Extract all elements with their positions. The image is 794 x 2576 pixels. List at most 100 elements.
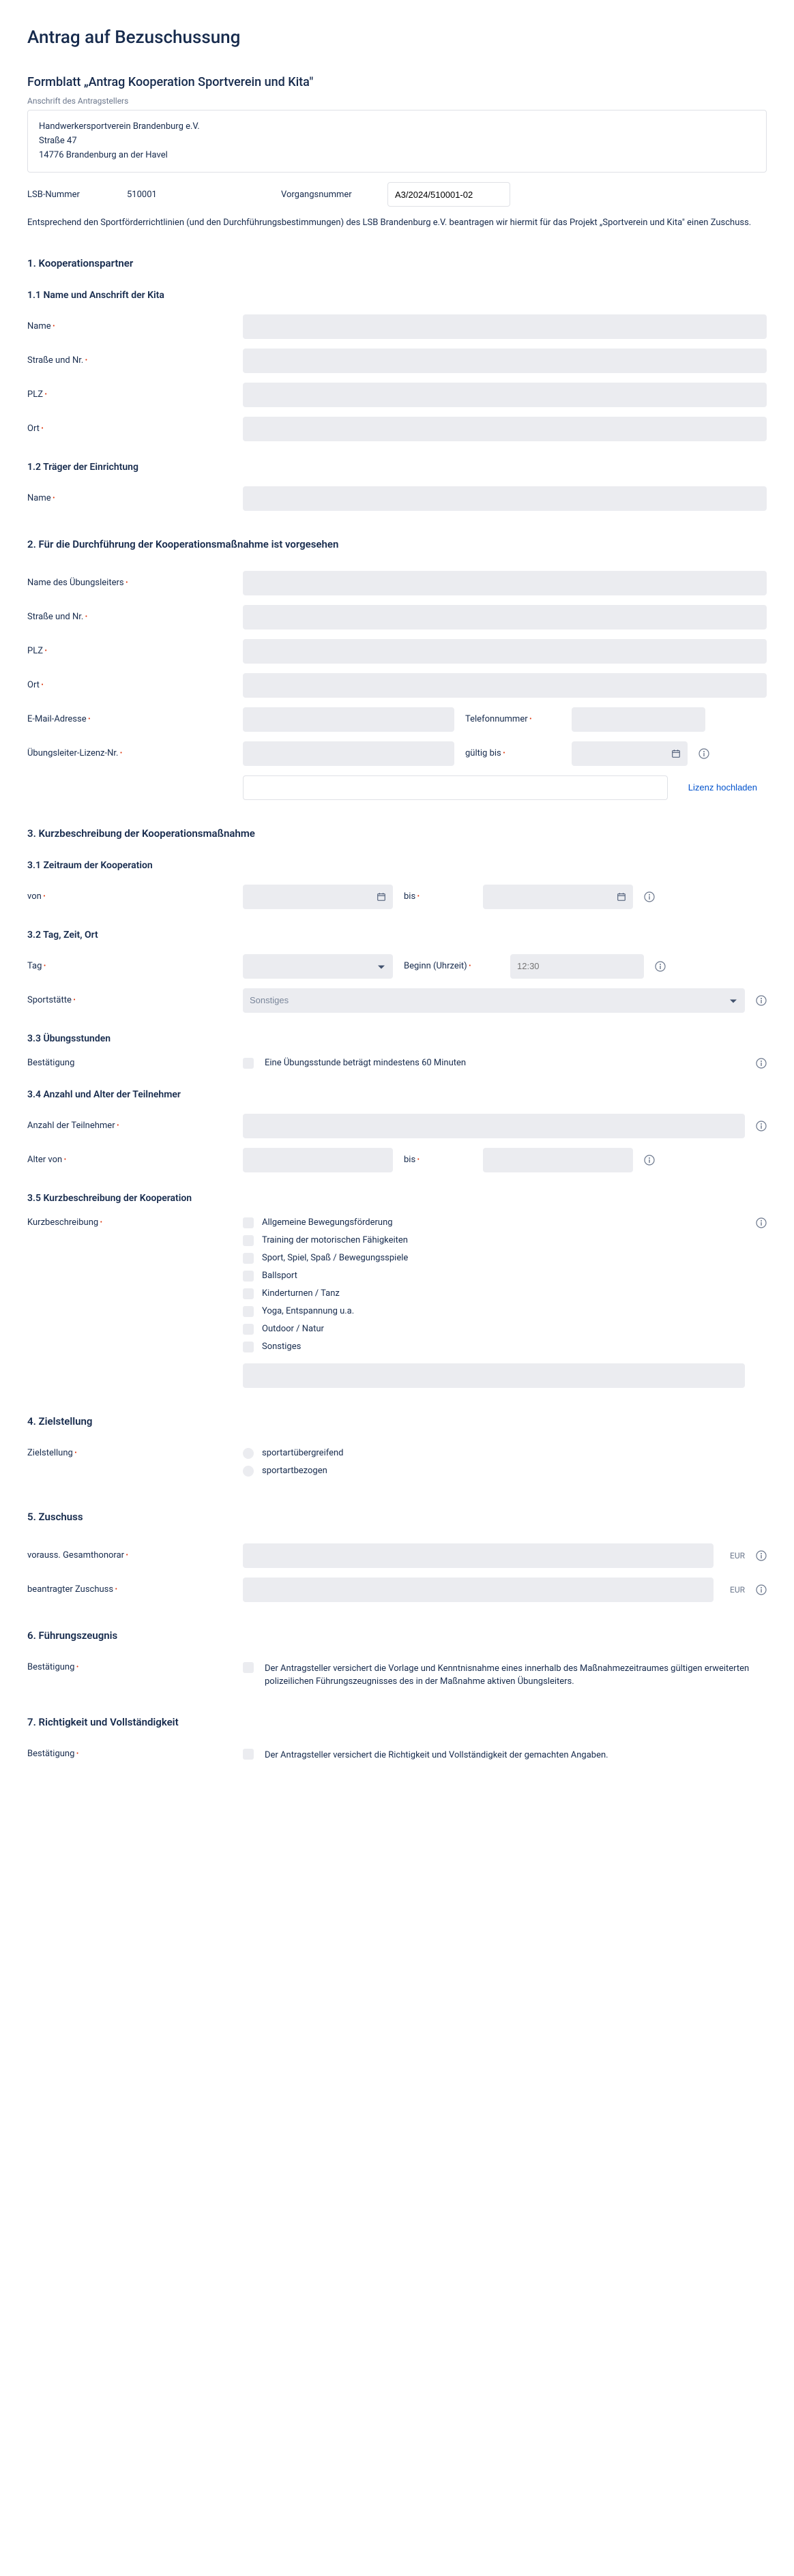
von-date-input[interactable] [243, 885, 393, 909]
begin-time-input[interactable] [510, 954, 644, 979]
section-3-3-title: 3.3 Übungsstunden [27, 1033, 767, 1044]
info-icon[interactable] [756, 1121, 767, 1131]
applicant-address: Handwerkersportverein Brandenburg e.V. S… [27, 110, 767, 173]
lsb-value: 510001 [127, 190, 270, 200]
ziel-opt-2: sportartbezogen [262, 1466, 327, 1476]
kita-name-input[interactable] [243, 314, 767, 339]
traeger-name-label: Name [27, 493, 232, 503]
address-line: Straße 47 [39, 134, 755, 149]
leader-email-input[interactable] [243, 707, 454, 732]
intro-text: Entsprechend den Sportförderrichtlinien … [27, 216, 767, 230]
kita-plz-input[interactable] [243, 383, 767, 407]
s6-best-label: Bestätigung [27, 1662, 232, 1672]
leader-ort-label: Ort [27, 680, 232, 690]
kita-ort-input[interactable] [243, 417, 767, 441]
hours-text: Eine Übungsstunde beträgt mindestens 60 … [265, 1058, 745, 1068]
kurz-opt-2: Sport, Spiel, Spaß / Bewegungsspiele [262, 1253, 408, 1263]
info-icon[interactable] [644, 891, 655, 902]
valid-label: gültig bis [465, 748, 561, 758]
ziel-opt-1: sportartübergreifend [262, 1448, 344, 1458]
section-3-2-title: 3.2 Tag, Zeit, Ort [27, 930, 767, 941]
kurz-sonstiges-input[interactable] [243, 1363, 745, 1388]
tag-select[interactable] [243, 954, 393, 979]
section-4-title: 4. Zielstellung [27, 1415, 767, 1427]
section-3-title: 3. Kurzbeschreibung der Kooperationsmaßn… [27, 827, 767, 840]
kurz-label: Kurzbeschreibung [27, 1217, 232, 1228]
info-icon[interactable] [756, 995, 767, 1006]
kurz-checkbox-3[interactable] [243, 1271, 254, 1282]
leader-ort-input[interactable] [243, 673, 767, 698]
upload-license-button[interactable]: Lizenz hochladen [679, 775, 767, 799]
sportstaette-select[interactable]: Sonstiges [243, 988, 745, 1013]
ziel-radio-1[interactable] [243, 1448, 254, 1459]
license-label: Übungsleiter-Lizenz-Nr. [27, 748, 232, 758]
form-title: Formblatt „Antrag Kooperation Sportverei… [27, 75, 767, 89]
kurz-checkbox-4[interactable] [243, 1288, 254, 1299]
section-7-title: 7. Richtigkeit und Vollständigkeit [27, 1716, 767, 1728]
anzahl-input[interactable] [243, 1114, 745, 1138]
section-1-title: 1. Kooperationspartner [27, 257, 767, 269]
kurz-checkbox-1[interactable] [243, 1235, 254, 1246]
kurz-opt-1: Training der motorischen Fähigkeiten [262, 1235, 408, 1245]
section-2-title: 2. Für die Durchführung der Kooperations… [27, 538, 767, 550]
kita-ort-label: Ort [27, 424, 232, 434]
kurz-opt-7: Sonstiges [262, 1342, 301, 1352]
ziel-radio-2[interactable] [243, 1466, 254, 1477]
section-5-title: 5. Zuschuss [27, 1511, 767, 1523]
page-title: Antrag auf Bezuschussung [27, 27, 767, 48]
info-icon[interactable] [756, 1217, 767, 1228]
bis-date-input[interactable] [483, 885, 633, 909]
ziel-label: Zielstellung [27, 1448, 232, 1458]
kurz-checkbox-6[interactable] [243, 1324, 254, 1335]
info-icon[interactable] [756, 1584, 767, 1595]
kurz-opt-5: Yoga, Entspannung u.a. [262, 1306, 354, 1316]
info-icon[interactable] [699, 748, 709, 759]
address-line: Handwerkersportverein Brandenburg e.V. [39, 120, 755, 134]
section-1-1-title: 1.1 Name und Anschrift der Kita [27, 290, 767, 301]
license-input[interactable] [243, 741, 454, 766]
kita-street-label: Straße und Nr. [27, 355, 232, 366]
s6-text: Der Antragsteller versichert die Vorlage… [265, 1662, 767, 1689]
kurz-checkbox-7[interactable] [243, 1342, 254, 1352]
alter-bis-label: bis [404, 1155, 472, 1165]
begin-label: Beginn (Uhrzeit) [404, 961, 499, 971]
kurz-checkbox-0[interactable] [243, 1217, 254, 1228]
kita-street-input[interactable] [243, 349, 767, 373]
section-3-1-title: 3.1 Zeitraum der Kooperation [27, 860, 767, 871]
kurz-opt-0: Allgemeine Bewegungsförderung [262, 1217, 393, 1228]
s6-checkbox[interactable] [243, 1662, 254, 1673]
info-icon[interactable] [655, 961, 666, 972]
vorgang-label: Vorgangsnummer [281, 190, 377, 200]
anzahl-label: Anzahl der Teilnehmer [27, 1121, 232, 1131]
eur-label: EUR [730, 1585, 745, 1595]
zuschuss-label: beantragter Zuschuss [27, 1584, 232, 1595]
zuschuss-input[interactable] [243, 1578, 714, 1602]
vorgang-input[interactable] [387, 182, 510, 207]
leader-street-input[interactable] [243, 605, 767, 630]
section-1-2-title: 1.2 Träger der Einrichtung [27, 462, 767, 473]
s7-checkbox[interactable] [243, 1749, 254, 1760]
sportstaette-label: Sportstätte [27, 995, 232, 1005]
kita-plz-label: PLZ [27, 389, 232, 400]
tag-label: Tag [27, 961, 232, 971]
valid-date-input[interactable] [572, 741, 688, 766]
info-icon[interactable] [756, 1058, 767, 1069]
alter-bis-input[interactable] [483, 1148, 633, 1172]
kurz-checkbox-5[interactable] [243, 1306, 254, 1317]
leader-plz-label: PLZ [27, 646, 232, 656]
honorar-input[interactable] [243, 1543, 714, 1568]
alter-von-input[interactable] [243, 1148, 393, 1172]
leader-email-label: E-Mail-Adresse [27, 714, 232, 724]
leader-plz-input[interactable] [243, 639, 767, 664]
info-icon[interactable] [644, 1155, 655, 1166]
hours-checkbox[interactable] [243, 1058, 254, 1069]
honorar-label: vorauss. Gesamthonorar [27, 1550, 232, 1560]
leader-name-input[interactable] [243, 571, 767, 595]
best-label: Bestätigung [27, 1058, 232, 1068]
leader-phone-input[interactable] [572, 707, 705, 732]
kurz-checkbox-2[interactable] [243, 1253, 254, 1264]
kurz-opt-4: Kinderturnen / Tanz [262, 1288, 340, 1299]
traeger-name-input[interactable] [243, 486, 767, 511]
alter-von-label: Alter von [27, 1155, 232, 1165]
info-icon[interactable] [756, 1550, 767, 1561]
